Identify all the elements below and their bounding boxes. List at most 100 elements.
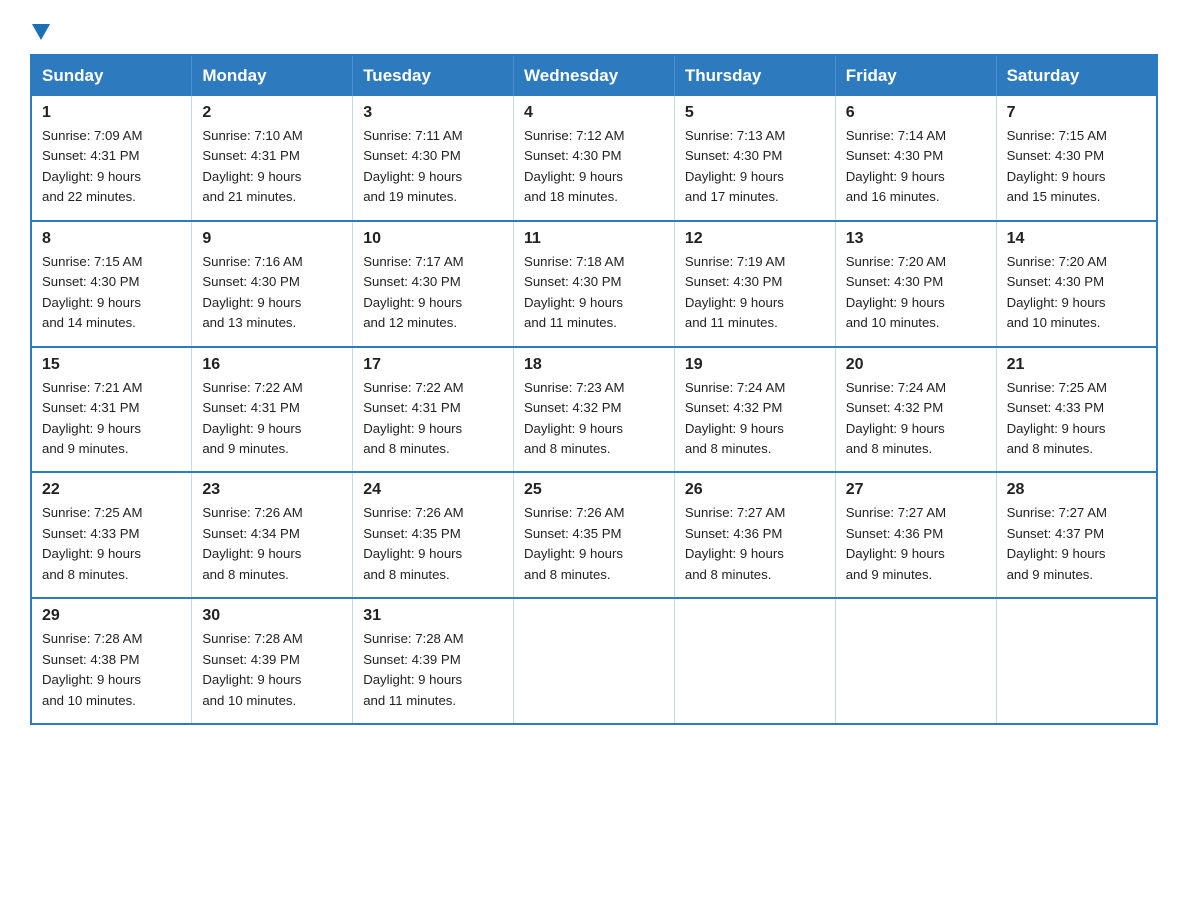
day-info: Sunrise: 7:26 AMSunset: 4:35 PMDaylight:… xyxy=(363,503,503,585)
day-number: 28 xyxy=(1007,481,1146,499)
day-info: Sunrise: 7:12 AMSunset: 4:30 PMDaylight:… xyxy=(524,126,664,208)
calendar-cell: 13 Sunrise: 7:20 AMSunset: 4:30 PMDayligh… xyxy=(835,221,996,347)
day-info: Sunrise: 7:24 AMSunset: 4:32 PMDaylight:… xyxy=(846,378,986,460)
calendar-week-row: 8Sunrise: 7:15 AMSunset: 4:30 PMDaylight… xyxy=(31,221,1157,347)
day-number: 4 xyxy=(524,104,664,122)
column-header-wednesday: Wednesday xyxy=(514,55,675,96)
day-info: Sunrise: 7:26 AMSunset: 4:35 PMDaylight:… xyxy=(524,503,664,585)
calendar-cell xyxy=(674,598,835,724)
column-header-monday: Monday xyxy=(192,55,353,96)
day-number: 8 xyxy=(42,230,181,248)
column-header-tuesday: Tuesday xyxy=(353,55,514,96)
calendar-cell: 7Sunrise: 7:15 AMSunset: 4:30 PMDaylight… xyxy=(996,96,1157,221)
day-number: 25 xyxy=(524,481,664,499)
calendar-cell: 3 Sunrise: 7:11 AMSunset: 4:30 PMDaylight… xyxy=(353,96,514,221)
day-number: 15 xyxy=(42,356,181,374)
day-number: 2 xyxy=(202,104,342,122)
calendar-cell: 17 Sunrise: 7:22 AMSunset: 4:31 PMDayligh… xyxy=(353,347,514,473)
day-info: Sunrise: 7:09 AMSunset: 4:31 PMDaylight:… xyxy=(42,126,181,208)
day-number: 29 xyxy=(42,607,181,625)
day-info: Sunrise: 7:10 AMSunset: 4:31 PMDaylight:… xyxy=(202,126,342,208)
calendar-cell: 1 Sunrise: 7:09 AMSunset: 4:31 PMDaylight… xyxy=(31,96,192,221)
day-number: 22 xyxy=(42,481,181,499)
day-info: Sunrise: 7:25 AMSunset: 4:33 PMDaylight:… xyxy=(1007,378,1146,460)
day-number: 26 xyxy=(685,481,825,499)
day-info: Sunrise: 7:25 AMSunset: 4:33 PMDaylight:… xyxy=(42,503,181,585)
calendar-cell: 25 Sunrise: 7:26 AMSunset: 4:35 PMDayligh… xyxy=(514,472,675,598)
day-info: Sunrise: 7:28 AMSunset: 4:39 PMDaylight:… xyxy=(202,629,342,711)
calendar-cell: 24 Sunrise: 7:26 AMSunset: 4:35 PMDayligh… xyxy=(353,472,514,598)
day-info: Sunrise: 7:19 AMSunset: 4:30 PMDaylight:… xyxy=(685,252,825,334)
day-number: 3 xyxy=(363,104,503,122)
calendar-table: SundayMondayTuesdayWednesdayThursdayFrid… xyxy=(30,54,1158,725)
calendar-cell: 11 Sunrise: 7:18 AMSunset: 4:30 PMDayligh… xyxy=(514,221,675,347)
calendar-week-row: 22 Sunrise: 7:25 AMSunset: 4:33 PMDayligh… xyxy=(31,472,1157,598)
calendar-week-row: 29 Sunrise: 7:28 AMSunset: 4:38 PMDayligh… xyxy=(31,598,1157,724)
day-number: 14 xyxy=(1007,230,1146,248)
day-number: 1 xyxy=(42,104,181,122)
calendar-cell: 26 Sunrise: 7:27 AMSunset: 4:36 PMDayligh… xyxy=(674,472,835,598)
day-number: 10 xyxy=(363,230,503,248)
calendar-cell: 19 Sunrise: 7:24 AMSunset: 4:32 PMDayligh… xyxy=(674,347,835,473)
day-number: 13 xyxy=(846,230,986,248)
day-info: Sunrise: 7:27 AMSunset: 4:36 PMDaylight:… xyxy=(685,503,825,585)
day-info: Sunrise: 7:22 AMSunset: 4:31 PMDaylight:… xyxy=(363,378,503,460)
day-number: 9 xyxy=(202,230,342,248)
calendar-cell: 18Sunrise: 7:23 AMSunset: 4:32 PMDayligh… xyxy=(514,347,675,473)
calendar-cell: 16 Sunrise: 7:22 AMSunset: 4:31 PMDayligh… xyxy=(192,347,353,473)
calendar-cell: 23 Sunrise: 7:26 AMSunset: 4:34 PMDayligh… xyxy=(192,472,353,598)
day-info: Sunrise: 7:13 AMSunset: 4:30 PMDaylight:… xyxy=(685,126,825,208)
calendar-cell: 31Sunrise: 7:28 AMSunset: 4:39 PMDayligh… xyxy=(353,598,514,724)
calendar-header-row: SundayMondayTuesdayWednesdayThursdayFrid… xyxy=(31,55,1157,96)
calendar-cell xyxy=(996,598,1157,724)
day-number: 21 xyxy=(1007,356,1146,374)
day-info: Sunrise: 7:27 AMSunset: 4:36 PMDaylight:… xyxy=(846,503,986,585)
day-info: Sunrise: 7:14 AMSunset: 4:30 PMDaylight:… xyxy=(846,126,986,208)
day-number: 7 xyxy=(1007,104,1146,122)
day-number: 23 xyxy=(202,481,342,499)
day-number: 20 xyxy=(846,356,986,374)
calendar-cell: 29 Sunrise: 7:28 AMSunset: 4:38 PMDayligh… xyxy=(31,598,192,724)
calendar-cell: 22 Sunrise: 7:25 AMSunset: 4:33 PMDayligh… xyxy=(31,472,192,598)
calendar-week-row: 1 Sunrise: 7:09 AMSunset: 4:31 PMDaylight… xyxy=(31,96,1157,221)
day-info: Sunrise: 7:11 AMSunset: 4:30 PMDaylight:… xyxy=(363,126,503,208)
day-number: 6 xyxy=(846,104,986,122)
day-info: Sunrise: 7:18 AMSunset: 4:30 PMDaylight:… xyxy=(524,252,664,334)
calendar-cell: 12 Sunrise: 7:19 AMSunset: 4:30 PMDayligh… xyxy=(674,221,835,347)
calendar-cell xyxy=(835,598,996,724)
day-number: 30 xyxy=(202,607,342,625)
calendar-week-row: 15 Sunrise: 7:21 AMSunset: 4:31 PMDayligh… xyxy=(31,347,1157,473)
calendar-cell: 4 Sunrise: 7:12 AMSunset: 4:30 PMDaylight… xyxy=(514,96,675,221)
day-info: Sunrise: 7:20 AMSunset: 4:30 PMDaylight:… xyxy=(846,252,986,334)
day-number: 27 xyxy=(846,481,986,499)
calendar-cell: 15 Sunrise: 7:21 AMSunset: 4:31 PMDayligh… xyxy=(31,347,192,473)
day-info: Sunrise: 7:22 AMSunset: 4:31 PMDaylight:… xyxy=(202,378,342,460)
day-number: 17 xyxy=(363,356,503,374)
day-number: 24 xyxy=(363,481,503,499)
calendar-cell: 20 Sunrise: 7:24 AMSunset: 4:32 PMDayligh… xyxy=(835,347,996,473)
day-info: Sunrise: 7:24 AMSunset: 4:32 PMDaylight:… xyxy=(685,378,825,460)
day-number: 18 xyxy=(524,356,664,374)
day-info: Sunrise: 7:20 AMSunset: 4:30 PMDaylight:… xyxy=(1007,252,1146,334)
calendar-cell: 30 Sunrise: 7:28 AMSunset: 4:39 PMDayligh… xyxy=(192,598,353,724)
calendar-cell: 27 Sunrise: 7:27 AMSunset: 4:36 PMDayligh… xyxy=(835,472,996,598)
day-number: 5 xyxy=(685,104,825,122)
calendar-cell: 14 Sunrise: 7:20 AMSunset: 4:30 PMDayligh… xyxy=(996,221,1157,347)
logo-triangle-icon xyxy=(32,24,50,40)
column-header-thursday: Thursday xyxy=(674,55,835,96)
day-number: 11 xyxy=(524,230,664,248)
logo xyxy=(30,24,50,36)
day-info: Sunrise: 7:26 AMSunset: 4:34 PMDaylight:… xyxy=(202,503,342,585)
column-header-sunday: Sunday xyxy=(31,55,192,96)
day-number: 12 xyxy=(685,230,825,248)
day-info: Sunrise: 7:17 AMSunset: 4:30 PMDaylight:… xyxy=(363,252,503,334)
calendar-cell: 6 Sunrise: 7:14 AMSunset: 4:30 PMDaylight… xyxy=(835,96,996,221)
day-info: Sunrise: 7:16 AMSunset: 4:30 PMDaylight:… xyxy=(202,252,342,334)
page-header xyxy=(30,24,1158,36)
day-number: 31 xyxy=(363,607,503,625)
calendar-cell: 2 Sunrise: 7:10 AMSunset: 4:31 PMDaylight… xyxy=(192,96,353,221)
day-number: 16 xyxy=(202,356,342,374)
day-number: 19 xyxy=(685,356,825,374)
day-info: Sunrise: 7:28 AMSunset: 4:38 PMDaylight:… xyxy=(42,629,181,711)
day-info: Sunrise: 7:21 AMSunset: 4:31 PMDaylight:… xyxy=(42,378,181,460)
